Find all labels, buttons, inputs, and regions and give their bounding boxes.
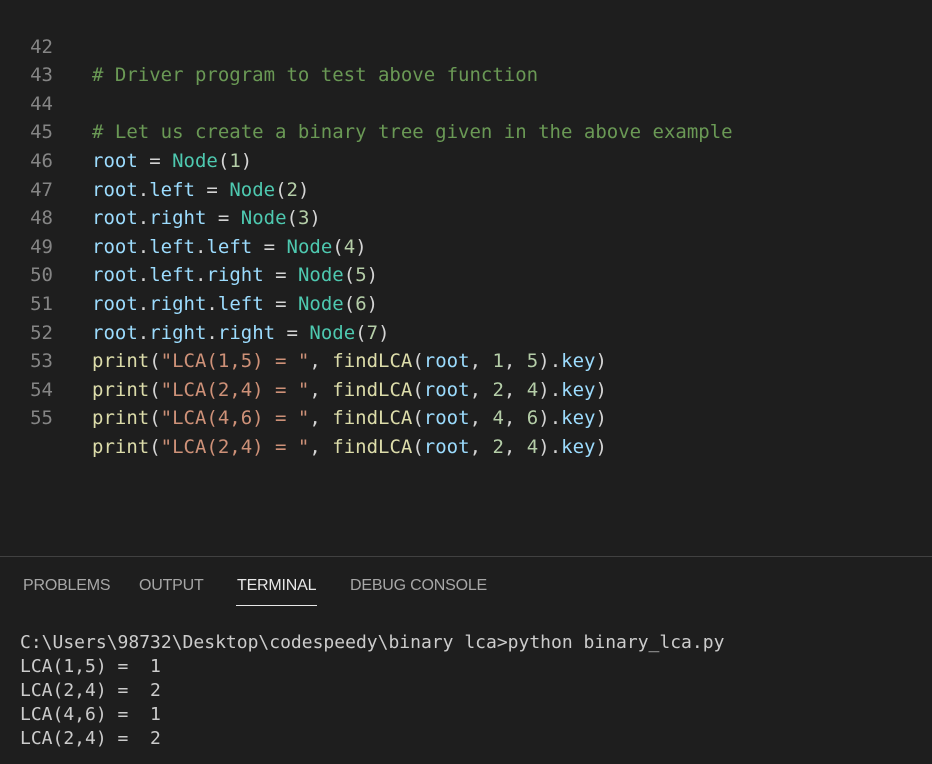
code-line[interactable]: 42 # Driver program to test above functi…: [0, 4, 932, 87]
code-line[interactable]: 53 print("LCA(2,4) = ", findLCA(root, 2,…: [0, 319, 932, 401]
terminal[interactable]: C:\Users\98732\Desktop\codespeedy\binary…: [0, 627, 932, 764]
tab-debug-console[interactable]: DEBUG CONSOLE: [350, 577, 487, 595]
code-line[interactable]: 49 root.left.right = Node(5): [0, 204, 932, 287]
code-token-plain: (: [412, 435, 424, 458]
code-token-plain: ): [595, 407, 607, 430]
code-token-variable: root: [423, 435, 470, 458]
code-line[interactable]: 51 root.right.right = Node(7): [0, 261, 932, 344]
tab-terminal[interactable]: TERMINAL: [237, 577, 317, 595]
code-text: print("LCA(4,6) = ", findLCA(root, 4, 6)…: [92, 404, 607, 433]
code-line[interactable]: 54 print("LCA(4,6) = ", findLCA(root, 4,…: [0, 347, 932, 430]
code-token-plain: ).: [538, 435, 562, 458]
code-line[interactable]: 44 # Let us create a binary tree given i…: [0, 61, 932, 144]
code-token-function: print: [92, 435, 150, 458]
code-token-plain: ,: [469, 435, 493, 458]
code-line[interactable]: 43: [0, 33, 932, 86]
code-token-plain: ,: [469, 407, 493, 430]
code-line[interactable]: 52 print("LCA(1,5) = ", findLCA(root, 1,…: [0, 290, 932, 373]
code-token-function: print: [92, 407, 150, 430]
code-token-string: "LCA(4,6) = ": [160, 407, 310, 430]
code-token-plain: ): [595, 435, 607, 458]
terminal-output-line: LCA(2,4) = 2: [20, 680, 161, 701]
code-line[interactable]: 47 root.right = Node(3): [0, 147, 932, 230]
code-token-plain: ,: [309, 435, 333, 458]
code-token-plain: ,: [503, 435, 527, 458]
code-token-plain: (: [149, 407, 161, 430]
code-token-variable: root: [423, 407, 470, 430]
code-token-number: 2: [492, 435, 504, 458]
code-line[interactable]: 55 print("LCA(2,4) = ", findLCA(root, 2,…: [0, 376, 932, 458]
terminal-output-line: LCA(1,5) = 1: [20, 656, 161, 677]
code-token-number: 6: [526, 407, 539, 430]
code-token-plain: (: [149, 435, 161, 458]
code-token-function: findLCA: [332, 435, 413, 458]
code-line[interactable]: 48 root.left.left = Node(4): [0, 176, 932, 258]
terminal-output-line: LCA(4,6) = 1: [20, 704, 161, 725]
line-number: 55: [30, 407, 53, 430]
code-editor[interactable]: 42 # Driver program to test above functi…: [0, 0, 932, 556]
active-tab-indicator: [236, 605, 317, 606]
code-token-string: "LCA(2,4) = ": [160, 435, 310, 458]
code-line[interactable]: 46 root.left = Node(2): [0, 118, 932, 201]
bottom-panel: PROBLEMS OUTPUT TERMINAL DEBUG CONSOLE C…: [0, 556, 932, 764]
panel-tabs: PROBLEMS OUTPUT TERMINAL DEBUG CONSOLE: [0, 557, 932, 613]
code-text: print("LCA(2,4) = ", findLCA(root, 2, 4)…: [92, 433, 607, 462]
code-line[interactable]: 50 root.right.left = Node(6): [0, 233, 932, 315]
tab-output[interactable]: OUTPUT: [139, 577, 204, 595]
code-line[interactable]: 45 root = Node(1): [0, 90, 932, 172]
code-token-plain: ,: [309, 407, 333, 430]
code-token-plain: (: [412, 407, 424, 430]
terminal-output-line: LCA(2,4) = 2: [20, 728, 161, 749]
terminal-command-line: C:\Users\98732\Desktop\codespeedy\binary…: [20, 632, 725, 653]
code-token-function: findLCA: [332, 407, 413, 430]
code-token-plain: ).: [538, 407, 562, 430]
code-token-number: 4: [492, 407, 504, 430]
code-token-variable: key: [561, 407, 596, 430]
code-token-variable: key: [561, 435, 596, 458]
tab-problems[interactable]: PROBLEMS: [23, 577, 111, 595]
code-token-number: 4: [526, 435, 539, 458]
code-token-plain: ,: [503, 407, 527, 430]
